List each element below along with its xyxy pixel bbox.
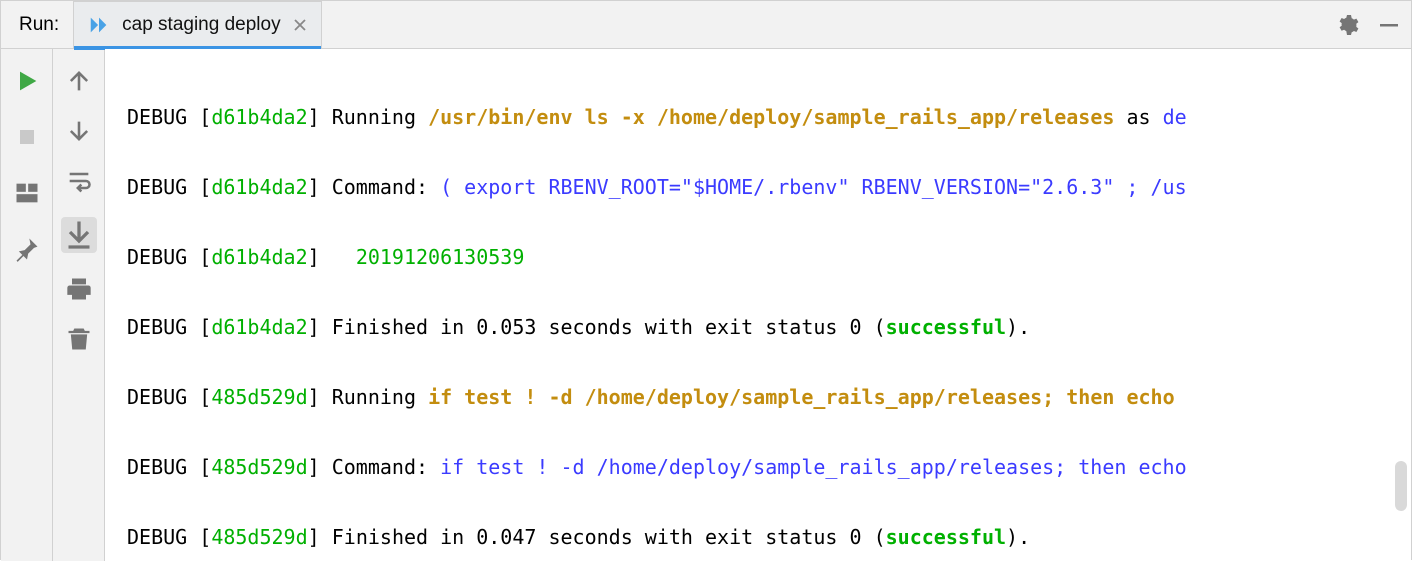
log-level: DEBUG: [127, 455, 187, 479]
log-level: DEBUG: [127, 315, 187, 339]
run-label: Run:: [1, 14, 73, 36]
commit-hash: d61b4da2: [211, 175, 307, 199]
success-badge: successful: [886, 315, 1006, 339]
rerun-icon[interactable]: [13, 67, 41, 95]
command-text: if test ! -d /home/deploy/sample_rails_a…: [440, 455, 1187, 479]
trash-icon[interactable]: [65, 325, 93, 353]
release-timestamp: 20191206130539: [356, 245, 525, 269]
log-level: DEBUG: [127, 175, 187, 199]
soft-wrap-icon[interactable]: [65, 167, 93, 195]
log-level: DEBUG: [127, 525, 187, 549]
commit-hash: 485d529d: [211, 385, 307, 409]
run-tool-header: Run: cap staging deploy: [1, 1, 1411, 49]
double-play-icon: [88, 14, 110, 36]
minimize-icon[interactable]: [1377, 13, 1401, 37]
log-level: DEBUG: [127, 105, 187, 129]
run-toolbar-secondary: [53, 49, 105, 561]
stop-icon[interactable]: [13, 123, 41, 151]
run-config-tab[interactable]: cap staging deploy: [73, 1, 321, 49]
commit-hash: 485d529d: [211, 455, 307, 479]
log-level: DEBUG: [127, 385, 187, 409]
horizontal-scrollbar[interactable]: [253, 539, 1371, 551]
tab-label: cap staging deploy: [122, 14, 280, 36]
commit-hash: d61b4da2: [211, 105, 307, 129]
up-arrow-icon[interactable]: [65, 67, 93, 95]
print-icon[interactable]: [65, 275, 93, 303]
command-text: ( export RBENV_ROOT="$HOME/.rbenv" RBENV…: [440, 175, 1187, 199]
running-cmd: /usr/bin/env ls -x /home/deploy/sample_r…: [428, 105, 1114, 129]
console-output[interactable]: DEBUG [d61b4da2] Running /usr/bin/env ls…: [105, 49, 1411, 561]
down-arrow-icon[interactable]: [65, 117, 93, 145]
scroll-to-end-icon[interactable]: [61, 217, 97, 253]
pin-icon[interactable]: [13, 235, 41, 263]
layout-icon[interactable]: [13, 179, 41, 207]
vertical-scrollbar-thumb[interactable]: [1395, 461, 1407, 511]
finished-text: Finished in 0.053 seconds with exit stat…: [332, 315, 886, 339]
close-tab-icon[interactable]: [293, 18, 307, 32]
log-level: DEBUG: [127, 245, 187, 269]
commit-hash: d61b4da2: [211, 245, 307, 269]
run-toolbar-primary: [1, 49, 53, 561]
gear-icon[interactable]: [1335, 13, 1359, 37]
commit-hash: d61b4da2: [211, 315, 307, 339]
running-cmd: if test ! -d /home/deploy/sample_rails_a…: [428, 385, 1187, 409]
